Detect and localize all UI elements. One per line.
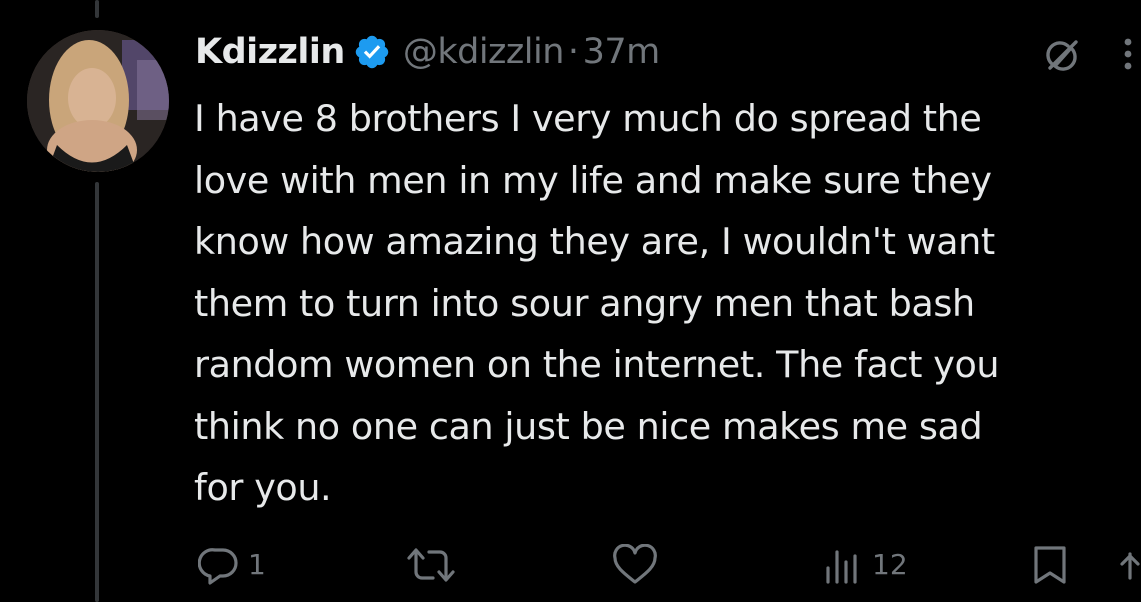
verified-badge-icon[interactable] — [353, 33, 391, 71]
tweet-text-line: think no one can just be nice makes me s… — [194, 404, 983, 448]
reply-button[interactable]: 1 — [198, 540, 266, 589]
timestamp[interactable]: 37m — [583, 32, 661, 72]
separator-dot: · — [567, 32, 579, 72]
avatar-image — [27, 30, 169, 172]
views-icon — [826, 549, 857, 584]
thread-line-top — [95, 0, 99, 18]
reply-count: 1 — [248, 548, 266, 581]
tweet-text: I have 8 brothers I very much do spread … — [194, 88, 1141, 519]
avatar[interactable] — [27, 30, 169, 172]
tweet-text-line: for you. — [194, 466, 332, 509]
share-icon — [1120, 551, 1140, 580]
like-button[interactable] — [611, 540, 667, 589]
tweet-header: Kdizzlin @kdizzlin · 37m — [195, 26, 660, 78]
retweet-icon — [407, 547, 455, 582]
views-count: 12 — [872, 548, 908, 581]
bookmark-button[interactable] — [1030, 540, 1070, 589]
reply-icon — [198, 547, 238, 585]
more-icon[interactable] — [1118, 34, 1141, 74]
views-button[interactable]: 12 — [822, 540, 908, 589]
action-bar: 1 12 — [0, 540, 1141, 589]
handle[interactable]: @kdizzlin — [403, 32, 565, 72]
tweet-text-line: them to turn into sour angry men that ba… — [194, 281, 975, 325]
share-button[interactable] — [1120, 540, 1141, 589]
retweet-button[interactable] — [405, 540, 465, 589]
display-name[interactable]: Kdizzlin — [195, 32, 345, 72]
tweet-text-line: know how amazing they are, I wouldn't wa… — [194, 220, 995, 263]
thread-line-bottom — [95, 182, 99, 602]
tweet-text-line: random women on the internet. The fact y… — [194, 343, 1000, 386]
tweet-text-line: love with men in my life and make sure t… — [194, 158, 992, 202]
bookmark-icon — [1034, 545, 1066, 584]
grok-icon[interactable] — [1040, 34, 1084, 78]
tweet-text-line: I have 8 brothers I very much do spread … — [194, 97, 982, 140]
like-icon — [613, 543, 657, 584]
